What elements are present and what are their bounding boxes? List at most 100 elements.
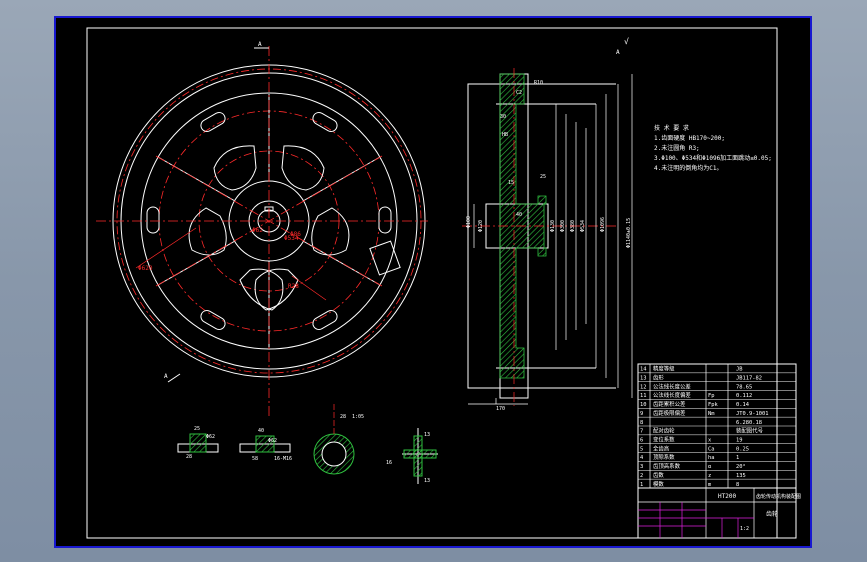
- parameter-table: 14 精度等级 JB13 齿形 JB117-8212 公法线长度公差 78.6511 公法线长…: [637, 363, 797, 489]
- param-name: 公法线长度偏差: [653, 391, 691, 399]
- param-value: 0.25: [736, 446, 749, 452]
- dim-25: 25: [540, 174, 546, 180]
- param-no: 12: [640, 384, 647, 390]
- param-name: 齿距极限偏差: [653, 409, 686, 417]
- notes-line-4: 4.未注明的倒角均为C1。: [654, 164, 722, 172]
- dim-phi1140: Φ1140±0.15: [626, 218, 632, 248]
- param-symbol: Fp: [708, 393, 715, 399]
- dim-phi620: Φ620: [138, 265, 153, 272]
- dim-30: 30: [500, 114, 506, 120]
- svg-text:58: 58: [252, 456, 258, 462]
- param-value: 1: [736, 455, 739, 461]
- svg-text:40: 40: [258, 428, 264, 434]
- param-value: 78.65: [736, 384, 752, 390]
- param-name: 齿顶高系数: [653, 462, 681, 470]
- param-no: 5: [640, 446, 643, 452]
- param-name: 公法线长度公差: [653, 382, 691, 390]
- svg-text:1:05: 1:05: [352, 414, 364, 420]
- param-no: 8: [640, 420, 643, 426]
- param-symbol: Fpk: [708, 402, 718, 408]
- svg-text:13: 13: [424, 478, 430, 484]
- param-value: 8: [736, 482, 739, 488]
- dim-r10: R10: [534, 80, 543, 86]
- param-symbol: α: [708, 464, 712, 470]
- param-no: 4: [640, 455, 643, 461]
- dim-phi380: Φ380: [570, 220, 576, 232]
- tb-code: 齿轮: [766, 510, 778, 518]
- dim-phi1096: Φ1096: [600, 217, 606, 232]
- param-name: 变位系数: [653, 436, 675, 444]
- svg-text:Φ62: Φ62: [268, 438, 277, 444]
- surface-roughness-mark: √: [624, 37, 629, 46]
- param-no: 2: [640, 473, 643, 479]
- param-value: 135: [736, 473, 746, 479]
- dim-15: 15: [508, 180, 514, 186]
- param-no: 14: [640, 367, 647, 373]
- param-value: 19: [736, 438, 743, 444]
- param-symbol: z: [708, 473, 711, 479]
- dim-r28: R28: [288, 283, 299, 290]
- notes-line-3: 3.Φ100、Φ534和Φ1096加工面跳动≤0.05;: [654, 154, 772, 162]
- param-no: 6: [640, 438, 643, 444]
- tb-scale: 1:2: [740, 526, 749, 532]
- param-symbol: m: [708, 482, 711, 488]
- drawing-sheet: Φ620 Φ534 R28 Φ86 Φ62 A A Φ100 Φ120 Φ130…: [86, 27, 801, 539]
- dim-phi100: Φ100: [466, 216, 472, 228]
- param-value: JB: [736, 367, 743, 373]
- param-name: 齿距累积公差: [653, 400, 686, 408]
- svg-text:16: 16: [386, 460, 392, 466]
- param-symbol: ha: [708, 455, 715, 461]
- dim-170: 170: [496, 406, 505, 412]
- dim-phi62: Φ62: [252, 227, 263, 234]
- svg-text:25: 25: [194, 426, 200, 432]
- param-value: 装配图代号: [736, 427, 764, 435]
- detail-keyway: 25 28 Φ62: [177, 426, 219, 460]
- param-value: 0.112: [736, 393, 752, 399]
- param-no: 9: [640, 411, 643, 417]
- dim-phi534: Φ534: [580, 220, 586, 232]
- param-symbol: Ca: [708, 446, 715, 452]
- dim-phi120: Φ120: [478, 220, 484, 232]
- technical-notes: 技 术 要 求 1.齿面硬度 HB170~200; 2.未注圆角 R3; 3.Φ…: [654, 124, 772, 172]
- dim-c2: C2: [516, 90, 522, 96]
- param-no: 11: [640, 393, 647, 399]
- hb-label: HB: [502, 132, 508, 138]
- param-name: 全齿高: [653, 444, 670, 452]
- svg-text:28: 28: [340, 414, 346, 420]
- param-symbol: x: [708, 438, 712, 444]
- param-value: JB117-82: [736, 376, 762, 382]
- notes-line-2: 2.未注圆角 R3;: [654, 144, 700, 152]
- svg-text:16-M16: 16-M16: [274, 456, 292, 462]
- section-label-a: A: [616, 49, 620, 56]
- svg-text:Φ62: Φ62: [206, 434, 215, 440]
- param-name: 齿数: [653, 471, 664, 479]
- param-no: 3: [640, 464, 643, 470]
- param-name: 配对齿轮: [653, 427, 675, 435]
- detail-rib-section: 13 16 13: [386, 428, 438, 484]
- tb-title: 齿轮传动机构装配图: [756, 493, 801, 500]
- dim-40: 40: [516, 212, 522, 218]
- tb-material: HT200: [718, 493, 736, 500]
- param-value: JT0.9-1001: [736, 411, 768, 417]
- dim-phi130: Φ130: [550, 220, 556, 232]
- notes-line-1: 1.齿面硬度 HB170~200;: [654, 134, 725, 142]
- param-name: 顶隙系数: [653, 453, 675, 461]
- param-symbol: Nm: [708, 411, 715, 417]
- section-mark-top: A: [258, 41, 262, 48]
- dim-phi300: Φ300: [560, 220, 566, 232]
- param-name: 精度等级: [653, 365, 675, 373]
- drawing-frame: Φ620 Φ534 R28 Φ86 Φ62 A A Φ100 Φ120 Φ130…: [54, 16, 812, 548]
- front-view: Φ620 Φ534 R28 Φ86 Φ62 A A: [96, 41, 428, 416]
- param-no: 10: [640, 402, 647, 408]
- param-value: 6.280.18: [736, 420, 762, 426]
- svg-text:28: 28: [186, 454, 192, 460]
- section-view: Φ100 Φ120 Φ130 Φ300 Φ380 Φ534 Φ1096 Φ114…: [462, 37, 633, 412]
- notes-header: 技 术 要 求: [654, 124, 689, 132]
- param-no: 1: [640, 482, 643, 488]
- param-value: 20°: [736, 464, 746, 470]
- detail-views: 25 28 Φ62 40 58 Φ62 16-M16 28 1:05 13 16…: [177, 404, 438, 484]
- detail-spline: 40 58 Φ62 16-M16: [239, 428, 292, 462]
- detail-hub-section: 28 1:05: [313, 404, 364, 475]
- param-name: 模数: [653, 480, 664, 488]
- section-mark-bottom: A: [164, 373, 168, 380]
